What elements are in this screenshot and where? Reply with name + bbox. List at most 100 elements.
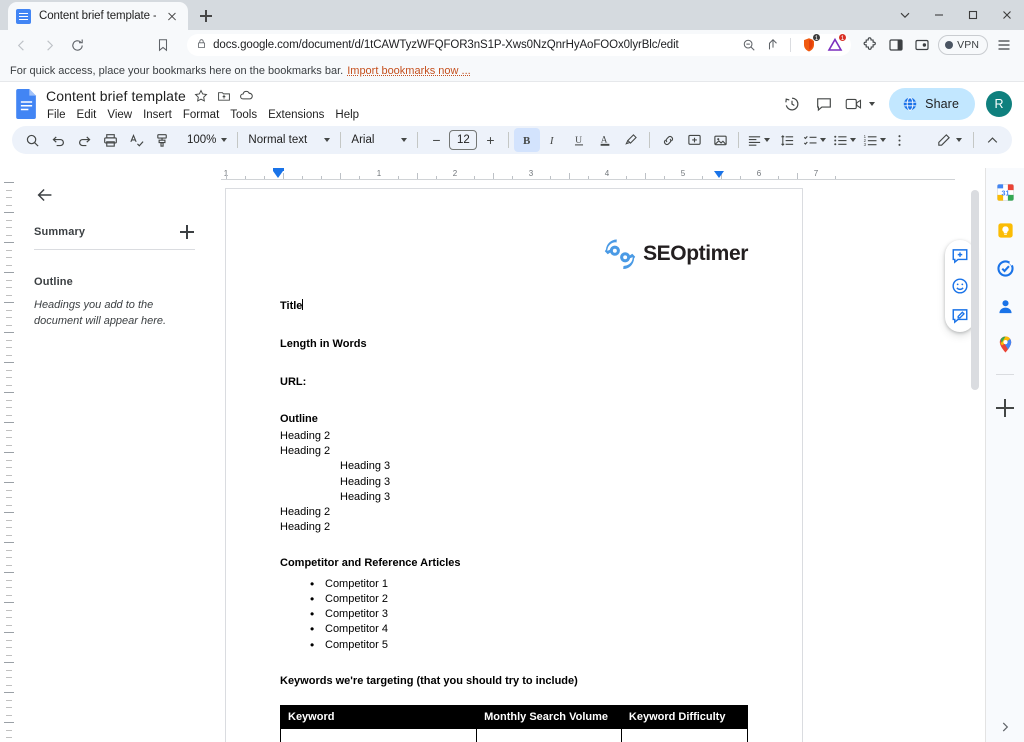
adobe-acrobat-icon[interactable]: 1 [825, 33, 848, 55]
text-align-button[interactable] [744, 128, 764, 152]
avatar[interactable]: R [986, 91, 1012, 117]
google-tasks-icon[interactable] [995, 258, 1015, 278]
doc-outline-heading[interactable]: Outline [280, 413, 748, 427]
reload-icon[interactable] [64, 32, 90, 58]
google-contacts-icon[interactable] [995, 296, 1015, 316]
list-item[interactable]: Competitor 5 [310, 637, 748, 654]
google-docs-logo[interactable] [10, 84, 42, 124]
menu-insert[interactable]: Insert [138, 107, 177, 123]
bookmark-icon[interactable] [150, 32, 176, 58]
cloud-saved-icon[interactable] [239, 88, 255, 104]
outline-entry[interactable]: Heading 2 [280, 444, 748, 459]
redo-icon[interactable] [71, 128, 97, 152]
menu-tools[interactable]: Tools [225, 107, 262, 123]
line-spacing-button[interactable] [774, 128, 800, 152]
back-arrow-icon[interactable] [34, 184, 56, 206]
share-icon[interactable] [764, 36, 782, 54]
add-comment-button[interactable] [681, 128, 707, 152]
underline-button[interactable]: U [566, 128, 592, 152]
left-indent-marker[interactable] [272, 168, 284, 178]
table-cell[interactable] [279, 727, 478, 742]
google-maps-icon[interactable] [995, 334, 1015, 354]
browser-tab[interactable]: Content brief template - Google D [8, 2, 188, 30]
zoom-out-icon[interactable] [740, 36, 758, 54]
chevron-down-icon[interactable] [888, 0, 922, 30]
close-icon[interactable] [990, 0, 1024, 30]
doc-field-title[interactable]: Title [280, 299, 748, 314]
print-icon[interactable] [97, 128, 123, 152]
decrease-font-size-button[interactable]: − [423, 128, 449, 152]
new-tab-button[interactable] [192, 2, 220, 30]
suggest-edit-icon[interactable] [949, 305, 971, 327]
chevron-down-icon[interactable] [880, 138, 887, 142]
outline-entry[interactable]: Heading 3 [280, 490, 748, 505]
doc-outline-list[interactable]: Heading 2 Heading 2 Heading 3 Heading 3 … [280, 429, 748, 535]
minimize-icon[interactable] [922, 0, 956, 30]
comment-history-icon[interactable] [809, 89, 839, 119]
import-bookmarks-link[interactable]: Import bookmarks now ... [347, 65, 471, 77]
doc-field-url[interactable]: URL: [280, 376, 748, 390]
maximize-icon[interactable] [956, 0, 990, 30]
font-family-dropdown[interactable]: Arial [346, 128, 412, 152]
doc-field-length[interactable]: Length in Words [280, 338, 748, 352]
add-reaction-icon[interactable] [949, 275, 971, 297]
bulleted-list-button[interactable] [830, 128, 850, 152]
chevron-down-icon[interactable] [820, 138, 827, 142]
keywords-table[interactable]: Keyword Monthly Search Volume Keyword Di… [279, 704, 749, 742]
share-button[interactable]: Share [889, 88, 975, 120]
list-item[interactable]: Competitor 3 [310, 606, 748, 623]
undo-icon[interactable] [45, 128, 71, 152]
menu-extensions[interactable]: Extensions [263, 107, 329, 123]
back-arrow-icon[interactable] [8, 32, 34, 58]
increase-font-size-button[interactable]: + [477, 128, 503, 152]
document-scrollbar[interactable] [971, 190, 979, 390]
document-canvas[interactable]: 1 1 2 3 4 [211, 168, 985, 742]
paragraph-style-dropdown[interactable]: Normal text [243, 128, 335, 152]
add-comment-icon[interactable] [949, 245, 971, 267]
collapse-toolbar-button[interactable] [979, 128, 1005, 152]
menu-file[interactable]: File [42, 107, 71, 123]
spellcheck-icon[interactable] [123, 128, 149, 152]
outline-entry[interactable]: Heading 2 [280, 520, 748, 535]
table-row[interactable] [279, 727, 749, 742]
side-panel-icon[interactable] [884, 33, 908, 57]
hamburger-menu-icon[interactable] [992, 33, 1016, 57]
highlight-color-button[interactable] [618, 128, 644, 152]
checklist-button[interactable] [800, 128, 820, 152]
add-app-icon[interactable] [996, 399, 1014, 417]
numbered-list-button[interactable]: 123 [860, 128, 880, 152]
text-color-button[interactable]: A [592, 128, 618, 152]
star-icon[interactable] [193, 88, 209, 104]
document-page[interactable]: SEOptimer Title Length in Words URL: Out… [225, 188, 803, 742]
version-history-icon[interactable] [777, 89, 807, 119]
menu-format[interactable]: Format [178, 107, 224, 123]
list-item[interactable]: Competitor 1 [310, 576, 748, 593]
insert-link-button[interactable] [655, 128, 681, 152]
forward-arrow-icon[interactable] [36, 32, 62, 58]
font-size-input[interactable]: 12 [449, 130, 478, 150]
url-bar[interactable]: docs.google.com/document/d/1tCAWTyzWFQFO… [187, 33, 852, 56]
menu-view[interactable]: View [102, 107, 137, 123]
outline-entry[interactable]: Heading 3 [280, 459, 748, 474]
list-item[interactable]: Competitor 2 [310, 591, 748, 608]
move-to-folder-icon[interactable] [216, 88, 232, 104]
extensions-puzzle-icon[interactable] [858, 33, 882, 57]
vpn-button[interactable]: VPN [938, 35, 988, 55]
paint-format-icon[interactable] [149, 128, 175, 152]
chevron-down-icon[interactable] [956, 138, 962, 142]
list-item[interactable]: Competitor 4 [310, 621, 748, 638]
table-cell[interactable] [476, 727, 622, 742]
editing-mode-button[interactable] [930, 128, 956, 152]
competitor-list[interactable]: Competitor 1 Competitor 2 Competitor 3 C… [280, 576, 748, 654]
doc-keywords-heading[interactable]: Keywords we're targeting (that you shoul… [280, 675, 748, 689]
video-call-icon[interactable] [841, 89, 879, 119]
add-icon[interactable] [179, 224, 195, 240]
chevron-down-icon[interactable] [764, 138, 771, 142]
google-keep-icon[interactable] [995, 220, 1015, 240]
close-icon[interactable] [164, 8, 180, 24]
search-icon[interactable] [19, 128, 45, 152]
right-indent-marker[interactable] [714, 171, 724, 178]
brave-shield-icon[interactable]: 1 [799, 33, 822, 55]
page-title[interactable]: Content brief template [46, 88, 186, 104]
italic-button[interactable]: I [540, 128, 566, 152]
